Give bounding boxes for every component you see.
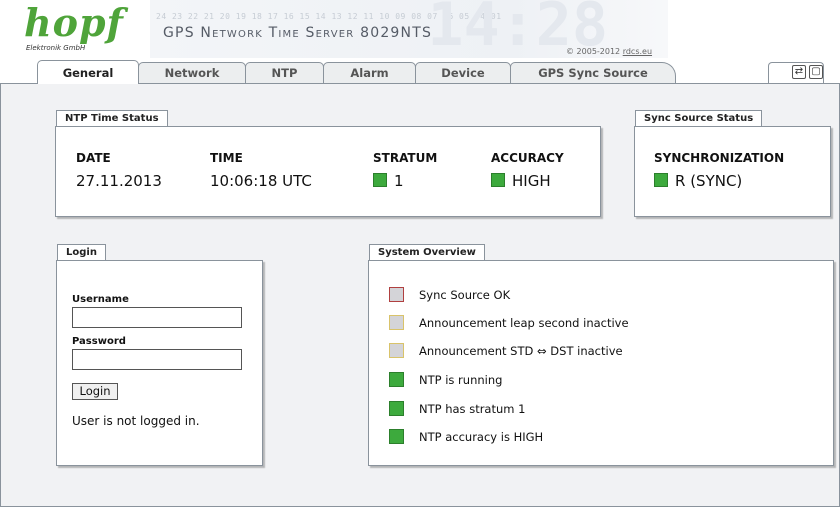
tab-general[interactable]: General (37, 60, 139, 84)
overview-item-label: NTP accuracy is HIGH (419, 430, 544, 444)
system-overview-legend: System Overview (369, 244, 485, 260)
stratum-field: 1 (373, 172, 404, 190)
tab-gps-sync-source[interactable]: GPS Sync Source (510, 62, 676, 83)
login-status-text: User is not logged in. (72, 414, 200, 428)
sync-status-legend: Sync Source Status (635, 110, 763, 126)
tab-ntp[interactable]: NTP (245, 62, 324, 83)
time-label: TIME (210, 151, 243, 165)
copyright: © 2005-2012 rdcs.eu (566, 47, 652, 56)
logo-wordmark: hopf (24, 0, 124, 45)
logo: hopf Elektronik GmbH (20, 0, 130, 56)
ok-status-led (389, 429, 404, 444)
inactive-status-led (389, 287, 404, 302)
accuracy-value: HIGH (512, 172, 551, 190)
tab-icon-group: ⇄ ▢ (768, 62, 824, 83)
app-title: GPS Network Time Server 8029NTS (163, 25, 433, 41)
accuracy-label: ACCURACY (491, 151, 564, 165)
tab-bar: General Network NTP Alarm Device GPS Syn… (0, 60, 840, 84)
inactive-status-led (389, 343, 404, 358)
tab-network[interactable]: Network (138, 62, 246, 83)
password-label: Password (72, 336, 126, 347)
ntp-status-box: DATE 27.11.2013 TIME 10:06:18 UTC STRATU… (55, 126, 601, 217)
refresh-icon[interactable]: ⇄ (792, 65, 806, 79)
tab-alarm[interactable]: Alarm (323, 62, 416, 83)
login-legend: Login (57, 244, 106, 260)
stratum-status-led (373, 173, 387, 187)
username-input[interactable] (72, 307, 242, 328)
inactive-status-led (389, 315, 404, 330)
date-label: DATE (76, 151, 111, 165)
ntp-status-legend: NTP Time Status (56, 110, 168, 126)
login-box: Username Password Login User is not logg… (56, 260, 263, 466)
page: 24 23 22 21 20 19 18 17 16 15 14 13 12 1… (0, 0, 840, 507)
ok-status-led (389, 401, 404, 416)
overview-item-label: Announcement leap second inactive (419, 316, 629, 330)
accuracy-field: HIGH (491, 172, 551, 190)
content-panel: NTP Time Status DATE 27.11.2013 TIME 10:… (0, 83, 840, 507)
accuracy-status-led (491, 173, 505, 187)
overview-item-label: NTP has stratum 1 (419, 402, 526, 416)
username-label: Username (72, 294, 129, 305)
date-value: 27.11.2013 (76, 172, 162, 190)
overview-item-label: NTP is running (419, 373, 503, 387)
stratum-label: STRATUM (373, 151, 438, 165)
sync-label: SYNCHRONIZATION (654, 151, 785, 165)
window-icon[interactable]: ▢ (809, 65, 823, 79)
stratum-value: 1 (394, 172, 404, 190)
tab-device[interactable]: Device (415, 62, 511, 83)
overview-item-label: Announcement STD ⇔ DST inactive (419, 344, 623, 358)
sync-status-box: SYNCHRONIZATION R (SYNC) (634, 126, 831, 217)
sync-status-led (654, 173, 668, 187)
logo-subtext: Elektronik GmbH (26, 44, 86, 52)
copyright-text: © 2005-2012 (566, 47, 621, 56)
sync-value: R (SYNC) (675, 172, 743, 190)
login-button[interactable]: Login (72, 383, 118, 400)
header: 24 23 22 21 20 19 18 17 16 15 14 13 12 1… (0, 0, 840, 62)
time-value: 10:06:18 UTC (210, 172, 312, 190)
system-overview-box: Sync Source OK Announcement leap second … (368, 260, 834, 466)
ok-status-led (389, 372, 404, 387)
sync-field: R (SYNC) (654, 172, 742, 190)
overview-item-label: Sync Source OK (419, 288, 511, 302)
copyright-link[interactable]: rdcs.eu (623, 47, 652, 56)
password-input[interactable] (72, 349, 242, 370)
